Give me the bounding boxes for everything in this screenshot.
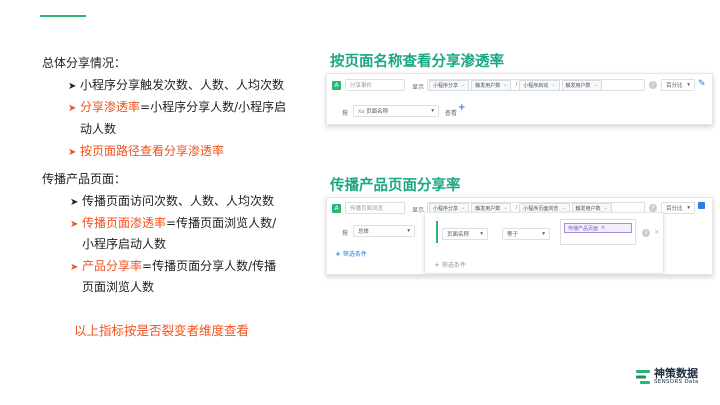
show-label: 显示 — [412, 207, 425, 214]
logo-en: SENSORS Data — [654, 379, 699, 385]
add-filter-icon[interactable]: + — [335, 250, 341, 258]
arrow-icon: ➤ — [70, 197, 79, 208]
text-type-icon: Xa — [358, 109, 367, 115]
filter-popup: 页面名称 ▾ 等于 ▾ 传播产品页面 × ? × + 筛选条件 — [424, 212, 664, 274]
filter-value-tag[interactable]: 传播产品页面 × — [564, 223, 632, 233]
arrow-icon: ➤ — [68, 103, 77, 114]
product-item-2-cont: 小程序启动人数 — [82, 237, 167, 251]
chart-icon[interactable] — [698, 202, 705, 209]
accent-line — [40, 15, 86, 17]
share-penetration-label: 分享渗透率 — [80, 100, 141, 114]
caret-down-icon: ▾ — [407, 228, 410, 234]
view-label: 查看 — [445, 110, 458, 117]
product-title: 传播产品页面： — [42, 172, 127, 186]
footer-note: 以上指标按是否裂变者维度查看 — [74, 323, 250, 338]
page-penetration-label: 传播页面渗透率 — [82, 216, 167, 230]
event-select[interactable]: 分享事件 — [345, 79, 405, 91]
edit-icon[interactable]: ✎ — [698, 79, 706, 89]
metric-chip[interactable]: 小程序启动 ⌄ — [519, 79, 560, 91]
metric-chip[interactable]: 触发用户数 ⌄ — [561, 79, 602, 91]
heading-page-name-penetration: 按页面名称查看分享渗透率 — [330, 54, 504, 70]
metric-chip[interactable]: 小程序分享 ⌄ — [429, 79, 470, 91]
divide-sign: / — [515, 205, 518, 211]
arrow-icon: ➤ — [68, 147, 77, 158]
filter-field-select[interactable]: 页面名称 ▾ — [442, 228, 488, 240]
arrow-icon: ➤ — [70, 219, 79, 230]
product-item-1: ➤ 传播页面访问次数、人数、人均次数 — [70, 190, 274, 214]
caret-down-icon: ▾ — [687, 205, 690, 211]
analysis-panel-1: A 分享事件 显示 小程序分享 ⌄ 触发用户数 ⌄ / 小程序启动 ⌄ 触发用户数 ⌄ … — [326, 73, 713, 125]
by-label: 按 — [342, 110, 349, 117]
product-item-3-cont: 页面浏览人数 — [82, 280, 155, 294]
caret-down-icon: ▾ — [687, 82, 690, 88]
caret-down-icon: ▾ — [542, 231, 545, 237]
by-label: 按 — [342, 230, 349, 237]
series-badge: A — [332, 81, 341, 90]
group-by-select[interactable]: 总体 ▾ — [353, 225, 415, 237]
filter-value-input[interactable]: 传播产品页面 × — [560, 219, 636, 245]
percent-select[interactable]: 百分比 ▾ — [661, 79, 695, 91]
close-icon[interactable]: × — [601, 225, 605, 231]
metric-chip[interactable]: 触发用户数 ⌄ — [471, 79, 512, 91]
add-filter-link[interactable]: 筛选条件 — [442, 260, 466, 269]
close-icon[interactable]: × — [654, 228, 660, 236]
help-icon[interactable]: ? — [642, 229, 650, 237]
add-filter-icon[interactable]: + — [434, 261, 440, 269]
help-icon[interactable]: ? — [649, 81, 657, 89]
caret-down-icon: ▾ — [480, 231, 483, 237]
overall-item-3: ➤ 按页面路径查看分享渗透率 — [68, 140, 224, 164]
show-label: 显示 — [412, 84, 425, 91]
arrow-icon: ➤ — [70, 262, 79, 273]
filter-group-bar — [436, 221, 438, 243]
divide-sign: / — [515, 82, 518, 88]
sensors-logo-icon — [636, 370, 650, 384]
overall-title: 总体分享情况： — [42, 56, 127, 70]
overall-item-2-cont: 动人数 — [80, 122, 117, 136]
arrow-icon: ➤ — [68, 81, 77, 92]
percent-select[interactable]: 百分比 ▾ — [661, 202, 695, 214]
heading-product-page-share-rate: 传播产品页面分享率 — [330, 178, 461, 194]
overall-item-2: ➤ 分享渗透率=小程序分享人数/小程序启 — [68, 96, 286, 120]
add-filter-link[interactable]: 筛选条件 — [343, 249, 367, 258]
add-group-icon[interactable]: + — [458, 103, 466, 113]
metric-formula[interactable]: 小程序分享 ⌄ 触发用户数 ⌄ / 小程序启动 ⌄ 触发用户数 ⌄ — [427, 79, 645, 91]
logo-cn: 神策数据 — [654, 367, 698, 380]
filter-operator-select[interactable]: 等于 ▾ — [502, 228, 550, 240]
overall-item-1: ➤ 小程序分享触发次数、人数、人均次数 — [68, 74, 284, 98]
sensors-data-logo: 神策数据 SENSORS Data — [635, 368, 699, 386]
group-by-select[interactable]: Xa 页面名称 ▾ — [353, 105, 439, 117]
help-icon[interactable]: ? — [649, 204, 657, 212]
analysis-panel-2: A 传播页面浏览 显示 小程序分享 ⌄ 触发用户数 ⌄ / 小程序页面浏览 ⌄ 触发用… — [326, 197, 713, 275]
series-badge: A — [332, 204, 341, 213]
caret-down-icon: ▾ — [431, 108, 434, 114]
event-select[interactable]: 传播页面浏览 — [345, 202, 405, 214]
product-share-rate-label: 产品分享率 — [82, 259, 143, 273]
